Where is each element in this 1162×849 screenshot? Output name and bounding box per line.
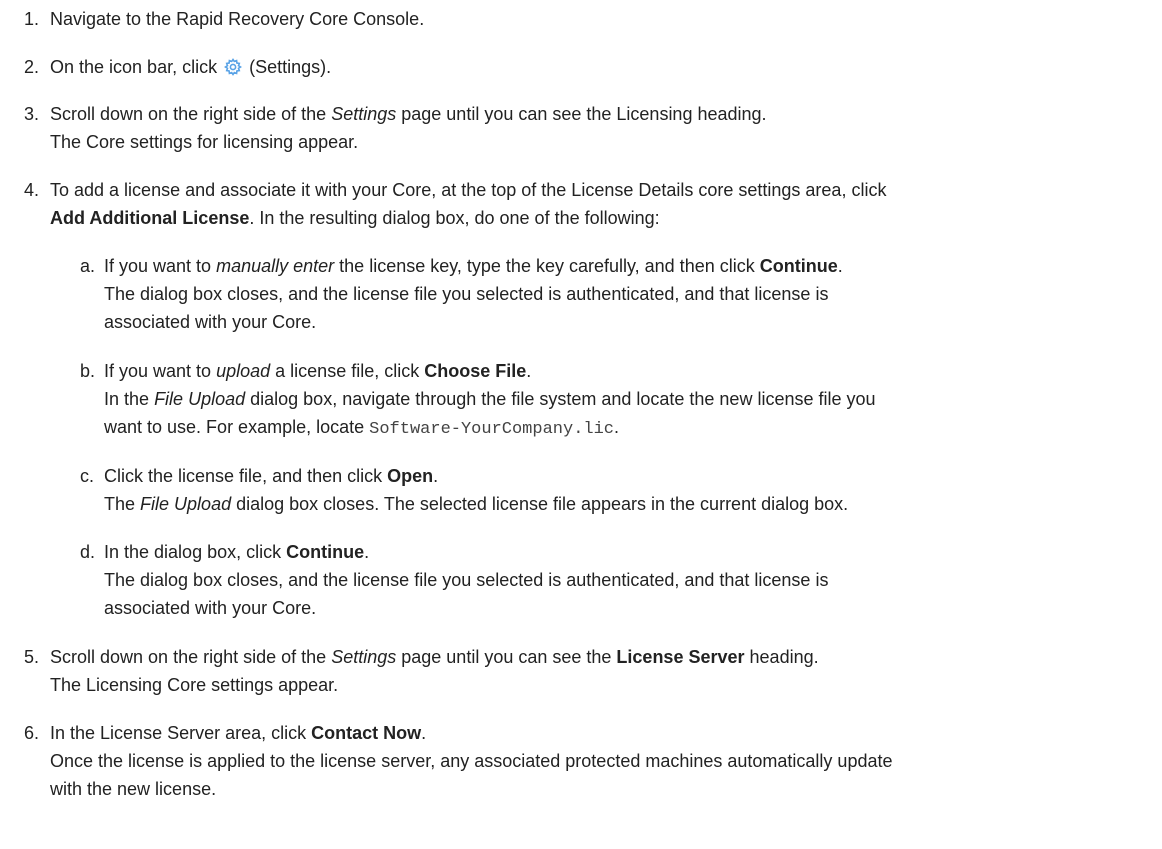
step-number: 2. — [24, 57, 40, 77]
substep-letter: c. — [80, 466, 95, 486]
step-number: 1. — [24, 9, 40, 29]
step-number: 6. — [24, 723, 40, 743]
step-number: 4. — [24, 180, 40, 200]
step-text: To add a license and associate it with y… — [50, 180, 887, 228]
instructions-document: 1. Navigate to the Rapid Recovery Core C… — [0, 0, 1162, 849]
step-number: 5. — [24, 647, 40, 667]
step-text: On the icon bar, click (Settings). — [50, 53, 1149, 84]
substep-letter: d. — [80, 542, 96, 562]
step-text: Scroll down on the right side of the Set… — [50, 104, 767, 152]
step-text: Navigate to the Rapid Recovery Core Cons… — [50, 9, 425, 29]
step-number: 3. — [24, 104, 40, 124]
substep-text: If you want to upload a license file, cl… — [104, 361, 876, 439]
substep-letter: a. — [80, 256, 96, 276]
gear-icon — [224, 56, 243, 84]
substep-text: If you want to manually enter the licens… — [104, 256, 843, 332]
substep-text: In the dialog box, click Continue. The d… — [104, 542, 829, 618]
file-name-code: Software-YourCompany.lic — [369, 420, 614, 439]
step-text: In the License Server area, click Contac… — [50, 723, 893, 799]
step-text: Scroll down on the right side of the Set… — [50, 647, 819, 695]
substep-letter: b. — [80, 361, 96, 381]
substep-text: Click the license file, and then click O… — [104, 466, 849, 514]
